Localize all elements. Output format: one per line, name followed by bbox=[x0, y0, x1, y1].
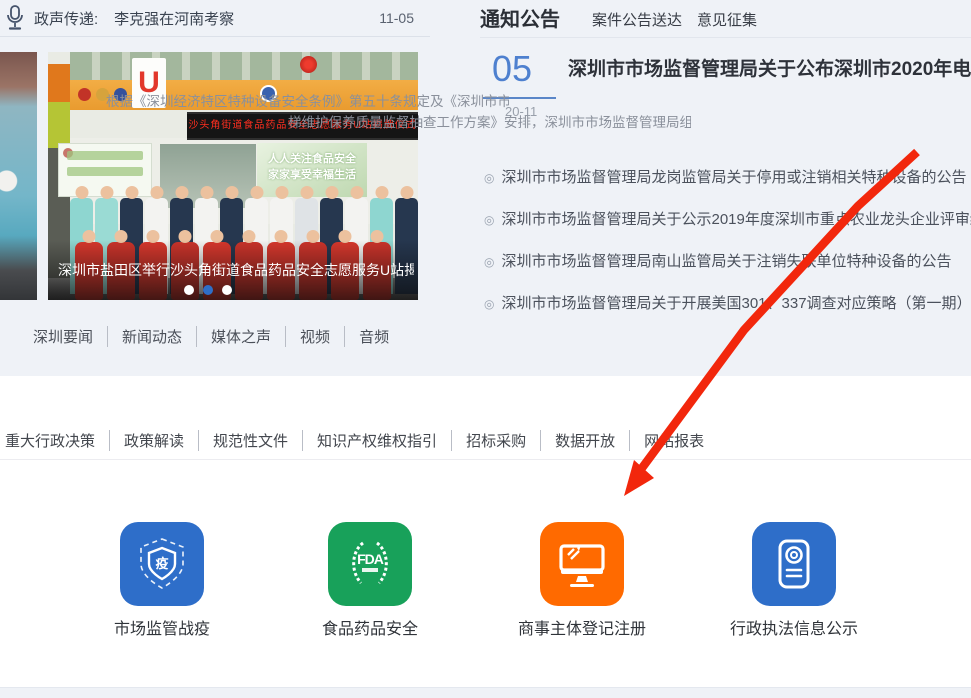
carousel-dot-active[interactable] bbox=[203, 285, 213, 295]
section-divider bbox=[480, 37, 971, 38]
svg-text:疫: 疫 bbox=[155, 556, 168, 571]
card-food-drug-safety[interactable]: FDA bbox=[328, 522, 412, 606]
news-ticker: 政声传递: 李克强在河南考察 11-05 bbox=[0, 0, 430, 37]
notice-item-link[interactable]: ◎ 深圳市市场监督管理局龙岗监管局关于停用或注销相关特种设备的公告 bbox=[484, 166, 971, 187]
nav-item-video[interactable]: 视频 bbox=[286, 326, 345, 347]
notice-item-link[interactable]: ◎ 深圳市市场监督管理局南山监管局关于注销失联单位特种设备的公告 bbox=[484, 250, 971, 271]
notice-item-text: 深圳市市场监督管理局龙岗监管局关于停用或注销相关特种设备的公告 bbox=[501, 169, 966, 186]
card-label-epidemic[interactable]: 市场监管战疫 bbox=[80, 615, 244, 639]
card-label-law-info[interactable]: 行政执法信息公示 bbox=[712, 615, 876, 639]
notice-item-text: 深圳市市场监督管理局关于开展美国301、337调查对应策略（第一期）专项培 bbox=[501, 295, 971, 312]
nav-item-site-reports[interactable]: 网站报表 bbox=[630, 430, 718, 451]
photo-facade-orange-block bbox=[48, 64, 70, 102]
nav-item-news-updates[interactable]: 新闻动态 bbox=[108, 326, 197, 347]
page: 政声传递: 李克强在河南考察 11-05 Station 沙头角街道食品药品安全… bbox=[0, 0, 971, 698]
featured-notice-title-link[interactable]: 深圳市市场监督管理局关于公布深圳市2020年电梯维护保 bbox=[568, 54, 971, 81]
epidemic-shield-icon: 疫 bbox=[134, 536, 190, 592]
red-flower-decoration bbox=[300, 56, 317, 73]
photo-facade-green-block bbox=[48, 102, 70, 148]
card-epidemic-supervision[interactable]: 疫 bbox=[120, 522, 204, 606]
monitor-icon bbox=[554, 536, 610, 592]
ticker-label: 政声传递: bbox=[34, 8, 98, 29]
card-label-food-drug[interactable]: 食品药品安全 bbox=[288, 615, 452, 639]
service-section-nav: 重大行政决策 政策解读 规范性文件 知识产权维权指引 招标采购 数据开放 网站报… bbox=[5, 430, 718, 451]
bullet-icon: ◎ bbox=[484, 213, 494, 227]
card-label-business-reg[interactable]: 商事主体登记注册 bbox=[500, 615, 664, 639]
body-camera-icon bbox=[766, 536, 822, 592]
notice-item-link[interactable]: ◎ 深圳市市场监督管理局关于开展美国301、337调查对应策略（第一期）专项培 bbox=[484, 292, 971, 313]
nav-item-normative-documents[interactable]: 规范性文件 bbox=[199, 430, 303, 451]
featured-notice-summary-line1: 根据《深圳经济特区特种设备安全条例》第五十条规定及《深圳市市场 bbox=[80, 90, 509, 110]
notice-item-text: 深圳市市场监督管理局关于公示2019年度深圳市重点农业龙头企业评审结果的 bbox=[501, 211, 971, 228]
notices-section-title: 通知公告 bbox=[480, 3, 560, 32]
bullet-icon: ◎ bbox=[484, 255, 494, 269]
nav-item-open-data[interactable]: 数据开放 bbox=[541, 430, 630, 451]
ticker-date: 11-05 bbox=[379, 10, 414, 26]
featured-notice-summary-line2: 梯维护保养质量监督抽查工作方案》安排，深圳市市场监督管理局组织开展了 bbox=[288, 111, 691, 131]
tab-opinion-solicitation[interactable]: 意见征集 bbox=[697, 9, 757, 30]
microphone-icon bbox=[4, 4, 26, 32]
footer-band bbox=[0, 687, 971, 698]
news-section-nav: 深圳要闻 新闻动态 媒体之声 视频 音频 bbox=[33, 326, 403, 347]
svg-text:FDA: FDA bbox=[357, 551, 384, 567]
tab-case-announcements[interactable]: 案件公告送达 bbox=[592, 9, 682, 30]
notice-item-link[interactable]: ◎ 深圳市市场监督管理局关于公示2019年度深圳市重点农业龙头企业评审结果的 bbox=[484, 208, 971, 229]
poster-line-1: 人人关注食品安全 bbox=[257, 151, 367, 167]
nav-item-major-decisions[interactable]: 重大行政决策 bbox=[5, 430, 110, 451]
nav-item-tender-procurement[interactable]: 招标采购 bbox=[452, 430, 541, 451]
carousel-caption-link[interactable]: 深圳市盐田区举行沙头角街道食品药品安全志愿服务U站揭牌仪式 bbox=[58, 260, 414, 280]
nav-item-audio[interactable]: 音频 bbox=[345, 326, 403, 347]
poster-line-2: 家家享受幸福生活 bbox=[257, 167, 367, 183]
carousel-dots bbox=[184, 285, 232, 295]
notice-item-text: 深圳市市场监督管理局南山监管局关于注销失联单位特种设备的公告 bbox=[501, 253, 951, 270]
fda-wreath-icon: FDA bbox=[342, 536, 398, 592]
nav-item-media-voice[interactable]: 媒体之声 bbox=[197, 326, 286, 347]
carousel-dot[interactable] bbox=[222, 285, 232, 295]
card-business-registration[interactable] bbox=[540, 522, 624, 606]
photo-building-windows bbox=[70, 52, 418, 80]
nav-item-ip-rights-guide[interactable]: 知识产权维权指引 bbox=[303, 430, 452, 451]
carousel-dot[interactable] bbox=[184, 285, 194, 295]
featured-notice-day: 05 bbox=[484, 48, 540, 90]
bullet-icon: ◎ bbox=[484, 171, 494, 185]
carousel-previous-slide-edge[interactable] bbox=[0, 52, 37, 300]
bullet-icon: ◎ bbox=[484, 297, 494, 311]
nav-item-policy-interpretation[interactable]: 政策解读 bbox=[110, 430, 199, 451]
card-law-enforcement-info[interactable] bbox=[752, 522, 836, 606]
horizontal-divider bbox=[0, 459, 971, 460]
nav-item-shenzhen-news[interactable]: 深圳要闻 bbox=[33, 326, 108, 347]
ticker-headline-link[interactable]: 李克强在河南考察 bbox=[114, 8, 234, 29]
